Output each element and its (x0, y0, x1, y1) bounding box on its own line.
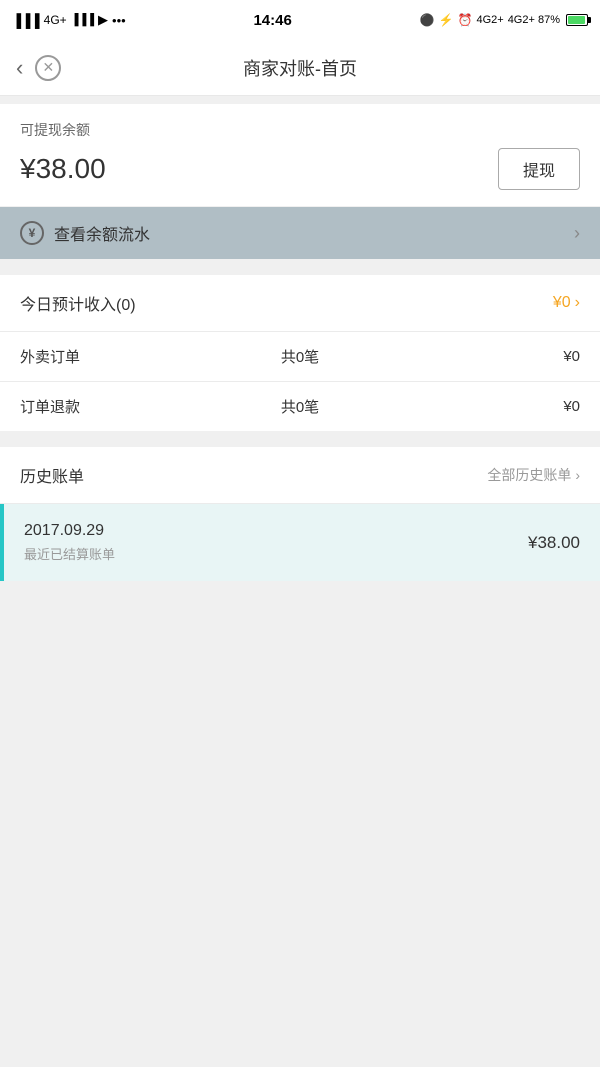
more-icon: ••• (112, 13, 126, 28)
history-item[interactable]: 2017.09.29 最近已结算账单 ¥38.00 (0, 504, 600, 581)
video-icon: ▶ (98, 12, 108, 28)
history-header: 历史账单 全部历史账单 › (0, 447, 600, 504)
close-button[interactable]: ✕ (35, 55, 61, 81)
clock-icon: ⏰ (458, 13, 473, 27)
page-title: 商家对账-首页 (243, 55, 357, 81)
back-button[interactable]: ‹ (16, 57, 23, 79)
row1-label: 外卖订单 (20, 346, 207, 367)
status-right: ⚫ ⚡ ⏰ 4G2+ 4G2+ 87% (420, 13, 588, 27)
network-type2: 4G2+ (476, 14, 503, 26)
balance-row: ¥38.00 提现 (20, 148, 580, 190)
alarm-icon: ⚫ (420, 13, 435, 27)
balance-label: 可提现余额 (20, 120, 580, 140)
balance-amount: ¥38.00 (20, 153, 106, 185)
signal-icon: ▐▐▐ (12, 13, 40, 28)
section-divider (0, 259, 600, 267)
signal2-icon: ▐▐▐ (71, 14, 94, 26)
bluetooth-icon: ⚡ (439, 13, 454, 27)
today-income-section: 今日预计收入(0) ¥0 › 外卖订单 共0笔 ¥0 订单退款 共0笔 ¥0 (0, 275, 600, 431)
row2-label: 订单退款 (20, 396, 207, 417)
row2-count: 共0笔 (207, 396, 394, 417)
today-income-header[interactable]: 今日预计收入(0) ¥0 › (0, 275, 600, 331)
history-all-chevron: › (575, 467, 580, 483)
status-bar: ▐▐▐ 4G+ ▐▐▐ ▶ ••• 14:46 ⚫ ⚡ ⏰ 4G2+ 4G2+ … (0, 0, 600, 40)
balance-section: 可提现余额 ¥38.00 提现 (0, 104, 600, 206)
history-title: 历史账单 (20, 463, 84, 487)
nav-bar: ‹ ✕ 商家对账-首页 (0, 40, 600, 96)
nav-left: ‹ ✕ (16, 55, 61, 81)
yuan-symbol: ¥ (29, 226, 36, 240)
view-flow-label: 查看余额流水 (54, 221, 150, 245)
history-item-date: 2017.09.29 (24, 522, 115, 540)
row1-count: 共0笔 (207, 346, 394, 367)
today-income-title: 今日预计收入(0) (20, 291, 136, 315)
history-item-left: 2017.09.29 最近已结算账单 (24, 522, 115, 563)
history-item-amount: ¥38.00 (528, 533, 580, 553)
battery-percent: 4G2+ 87% (508, 14, 560, 26)
yuan-icon: ¥ (20, 221, 44, 245)
view-flow-row[interactable]: ¥ 查看余额流水 › (0, 207, 600, 259)
table-row: 订单退款 共0笔 ¥0 (0, 381, 600, 431)
battery-fill (568, 16, 585, 24)
row1-amount: ¥0 (393, 348, 580, 365)
close-icon: ✕ (42, 59, 54, 76)
row2-amount: ¥0 (393, 398, 580, 415)
view-flow-left: ¥ 查看余额流水 (20, 221, 150, 245)
section-divider-2 (0, 431, 600, 439)
history-all-label: 全部历史账单 (487, 465, 571, 485)
status-time: 14:46 (253, 12, 291, 29)
network-type: 4G+ (44, 13, 67, 27)
withdraw-button[interactable]: 提现 (498, 148, 580, 190)
history-all-link[interactable]: 全部历史账单 › (487, 465, 580, 485)
history-section: 历史账单 全部历史账单 › 2017.09.29 最近已结算账单 ¥38.00 (0, 447, 600, 581)
chevron-right-icon: › (574, 223, 580, 244)
status-left: ▐▐▐ 4G+ ▐▐▐ ▶ ••• (12, 12, 126, 28)
battery-icon (566, 14, 588, 26)
history-item-desc: 最近已结算账单 (24, 544, 115, 563)
today-income-right[interactable]: ¥0 › (553, 294, 580, 312)
today-income-chevron: › (575, 294, 580, 312)
table-row: 外卖订单 共0笔 ¥0 (0, 331, 600, 381)
bottom-space (0, 581, 600, 661)
today-income-amount: ¥0 (553, 294, 571, 312)
